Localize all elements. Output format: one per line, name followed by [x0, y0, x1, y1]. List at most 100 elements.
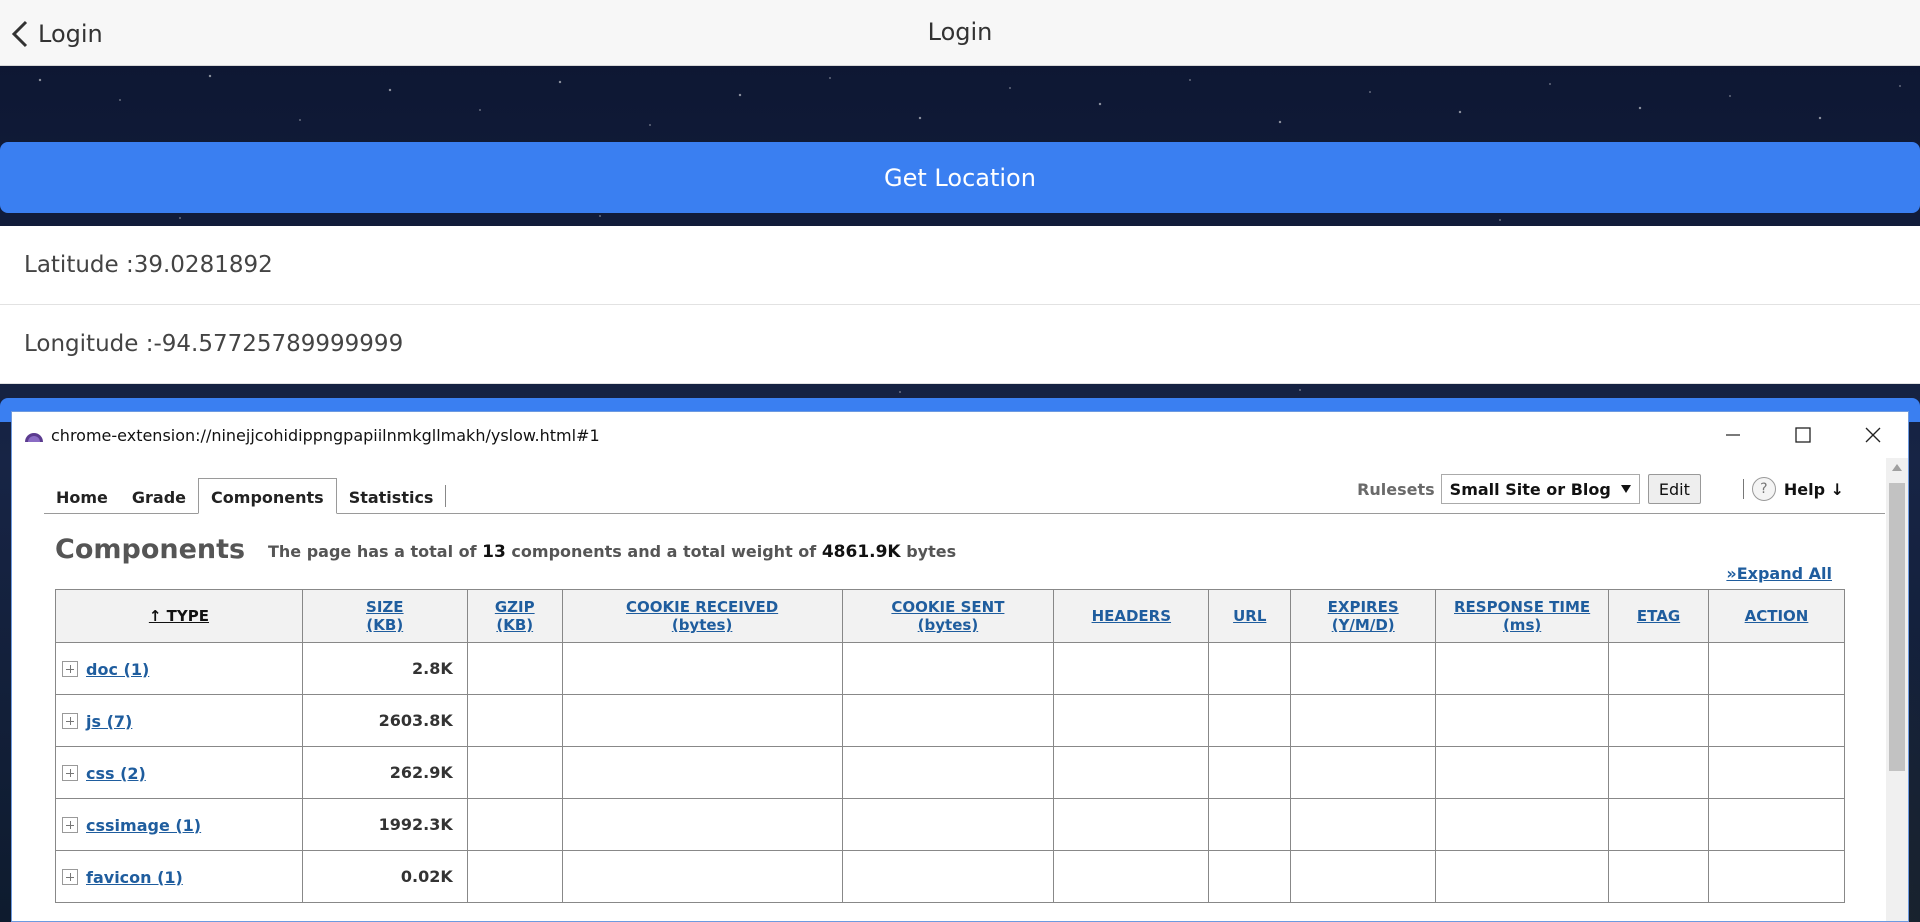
window-titlebar[interactable]: chrome-extension://ninejjcohidippngpapii… [12, 412, 1908, 458]
ruleset-select[interactable]: Small Site or Blog [1440, 474, 1640, 504]
size-cell: 2603.8K [301, 694, 468, 747]
dropdown-arrow-icon [1620, 485, 1631, 493]
close-button[interactable] [1838, 412, 1908, 458]
empty-cell [1608, 798, 1709, 851]
tab-components[interactable]: Components [198, 478, 337, 514]
expand-icon[interactable] [62, 869, 78, 885]
empty-cell [1290, 850, 1437, 903]
yslow-icon [25, 433, 43, 442]
empty-cell [466, 746, 563, 799]
expand-icon[interactable] [62, 765, 78, 781]
components-heading: Components [55, 534, 246, 565]
app-nav-bar: Login Login [0, 0, 1920, 66]
type-link[interactable]: favicon (1) [86, 868, 183, 887]
page-title: Login [927, 18, 993, 46]
empty-cell [1707, 642, 1846, 695]
window-url: chrome-extension://ninejjcohidippngpapii… [51, 425, 600, 445]
total-components: 13 [482, 542, 506, 562]
size-cell: 2.8K [301, 642, 468, 695]
minimize-icon [1726, 434, 1740, 436]
empty-cell [841, 642, 1055, 695]
empty-cell [1707, 694, 1846, 747]
expand-all-link[interactable]: »Expand All [1726, 564, 1832, 583]
get-location-button[interactable]: Get Location [0, 142, 1920, 213]
components-table: ↑ TYPE SIZE (KB) GZIP (KB) COOKIE RECEIVED… [55, 589, 1846, 903]
size-cell: 0.02K [301, 850, 468, 903]
scroll-up-icon[interactable] [1892, 464, 1902, 471]
column-header-size[interactable]: SIZE (KB) [301, 589, 468, 643]
empty-cell [1707, 746, 1846, 799]
empty-cell [1208, 850, 1292, 903]
scrollbar-thumb[interactable] [1889, 483, 1905, 771]
minimize-button[interactable] [1698, 412, 1768, 458]
tab-divider [445, 485, 447, 507]
empty-cell [1435, 642, 1610, 695]
help-icon[interactable]: ? [1751, 477, 1776, 501]
expand-icon[interactable] [62, 661, 78, 677]
total-weight: 4861.9K [821, 542, 901, 562]
empty-cell [466, 694, 563, 747]
tab-home[interactable]: Home [44, 479, 120, 513]
empty-cell [1208, 746, 1292, 799]
rulesets-bar: Rulesets Small Site or Blog Edit ? Help … [1357, 474, 1844, 504]
column-header-response-time[interactable]: RESPONSE TIME (ms) [1435, 589, 1610, 643]
empty-cell [561, 694, 843, 747]
column-header-cookie-received[interactable]: COOKIE RECEIVED (bytes) [561, 589, 843, 643]
empty-cell [1208, 798, 1292, 851]
close-icon [1865, 427, 1881, 443]
column-header-url[interactable]: URL [1208, 589, 1292, 643]
type-cell: js (7) [55, 694, 303, 747]
empty-cell [466, 798, 563, 851]
empty-cell [1053, 746, 1210, 799]
table-row: favicon (1) 0.02K [55, 850, 1846, 903]
table-row: cssimage (1) 1992.3K [55, 798, 1846, 851]
latitude-text: Latitude :39.0281892 [0, 226, 1920, 305]
column-header-action[interactable]: ACTION [1707, 589, 1846, 643]
column-header-gzip[interactable]: GZIP (KB) [466, 589, 563, 643]
empty-cell [1707, 850, 1846, 903]
empty-cell [561, 746, 843, 799]
size-cell: 1992.3K [301, 798, 468, 851]
empty-cell [841, 850, 1055, 903]
empty-cell [561, 798, 843, 851]
empty-cell [1435, 694, 1610, 747]
empty-cell [1707, 798, 1846, 851]
expand-icon[interactable] [62, 713, 78, 729]
empty-cell [1608, 746, 1709, 799]
separator [1742, 479, 1744, 499]
column-header-etag[interactable]: ETAG [1608, 589, 1709, 643]
empty-cell [1608, 850, 1709, 903]
help-menu[interactable]: Help ↓ [1784, 480, 1844, 499]
type-link[interactable]: cssimage (1) [86, 816, 201, 835]
maximize-button[interactable] [1768, 412, 1838, 458]
empty-cell [1290, 798, 1437, 851]
expand-icon[interactable] [62, 817, 78, 833]
vertical-scrollbar[interactable] [1886, 458, 1908, 921]
empty-cell [466, 642, 563, 695]
type-link[interactable]: js (7) [86, 712, 132, 731]
column-header-type[interactable]: ↑ TYPE [55, 589, 303, 643]
tab-grade[interactable]: Grade [120, 479, 198, 513]
column-header-headers[interactable]: HEADERS [1053, 589, 1210, 643]
type-link[interactable]: doc (1) [86, 660, 149, 679]
components-summary: The page has a total of 13 components an… [268, 542, 956, 562]
type-link[interactable]: css (2) [86, 764, 146, 783]
longitude-text: Longitude :-94.57725789999999 [0, 305, 1920, 384]
table-row: js (7) 2603.8K [55, 694, 1846, 747]
empty-cell [1208, 694, 1292, 747]
empty-cell [1208, 642, 1292, 695]
type-cell: doc (1) [55, 642, 303, 695]
column-header-cookie-sent[interactable]: COOKIE SENT (bytes) [841, 589, 1055, 643]
tab-statistics[interactable]: Statistics [337, 479, 446, 513]
empty-cell [1053, 850, 1210, 903]
empty-cell [1053, 694, 1210, 747]
coordinates-list: Latitude :39.0281892 Longitude :-94.5772… [0, 226, 1920, 384]
table-row: doc (1) 2.8K [55, 642, 1846, 695]
empty-cell [1290, 642, 1437, 695]
size-cell: 262.9K [301, 746, 468, 799]
empty-cell [561, 850, 843, 903]
empty-cell [1435, 746, 1610, 799]
edit-ruleset-button[interactable]: Edit [1647, 474, 1701, 504]
column-header-expires[interactable]: EXPIRES (Y/M/D) [1290, 589, 1437, 643]
empty-cell [1435, 798, 1610, 851]
